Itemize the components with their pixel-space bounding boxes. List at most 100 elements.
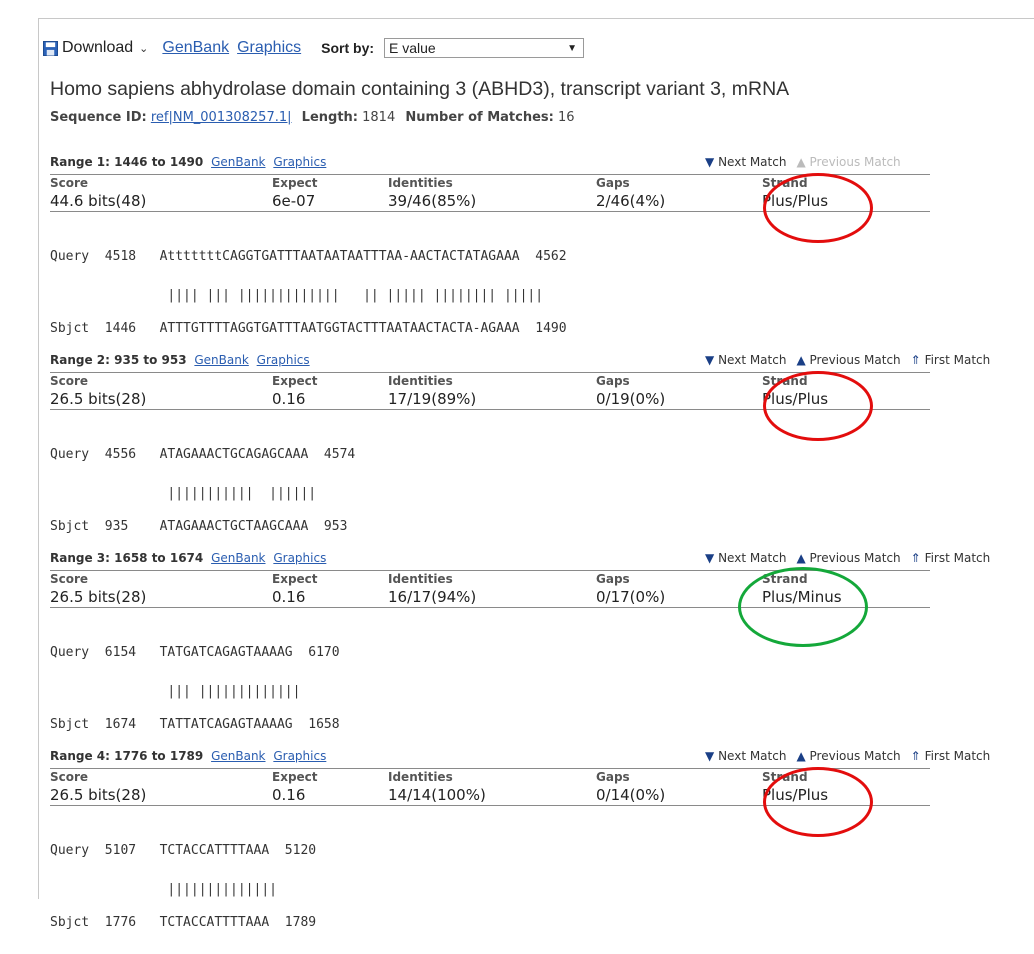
next-match-link[interactable]: ▼ Next Match	[705, 551, 786, 565]
previous-match-link[interactable]: ▲ Previous Match	[796, 353, 900, 367]
range-title: Range 4: 1776 to 1789	[50, 749, 204, 763]
range-graphics-link[interactable]: Graphics	[257, 353, 310, 367]
sort-by-label: Sort by:	[321, 40, 375, 56]
identities-value: 16/17(94%)	[388, 588, 477, 606]
score-label: Score	[50, 176, 89, 190]
previous-match-link-disabled: ▲ Previous Match	[796, 155, 900, 169]
dropdown-arrow-icon: ▼	[567, 42, 578, 54]
range-graphics-link[interactable]: Graphics	[273, 749, 326, 763]
range-header: Range 4: 1776 to 1789 GenBank Graphics	[50, 749, 326, 763]
match-line: ||||||||||||||	[50, 882, 277, 897]
seq-id-link[interactable]: ref|NM_001308257.1|	[151, 110, 292, 125]
double-triangle-up-icon: ⇑	[910, 749, 921, 763]
expect-value: 6e-07	[272, 192, 316, 210]
download-label: Download	[62, 39, 134, 56]
range-title: Range 1: 1446 to 1490	[50, 155, 204, 169]
previous-match-link[interactable]: ▲ Previous Match	[796, 749, 900, 763]
range-genbank-link[interactable]: GenBank	[211, 749, 265, 763]
previous-match-label: Previous Match	[809, 749, 901, 763]
blast-results-panel: Download ⌄ GenBank Graphics Sort by: E v…	[0, 0, 1034, 929]
range-header: Range 1: 1446 to 1490 GenBank Graphics	[50, 155, 326, 169]
score-value: 26.5 bits(28)	[50, 390, 147, 408]
panel-left-border	[38, 18, 39, 899]
triangle-up-icon: ▲	[796, 749, 806, 763]
panel-top-border	[38, 18, 1034, 19]
triangle-up-icon: ▲	[796, 551, 806, 565]
strand-highlight-circle	[763, 371, 873, 441]
subject-line: Sbjct 1446 ATTTGTTTTAGGTGATTTAATGGTACTTT…	[50, 321, 567, 336]
range-genbank-link[interactable]: GenBank	[211, 155, 265, 169]
range-header: Range 2: 935 to 953 GenBank Graphics	[50, 353, 310, 367]
next-match-label: Next Match	[718, 749, 787, 763]
results-toolbar: Download ⌄ GenBank Graphics Sort by: E v…	[43, 35, 585, 61]
alignment-block: Query 4556 ATAGAAACTGCAGAGCAAA 4574 ||||…	[50, 425, 355, 557]
range-genbank-link[interactable]: GenBank	[211, 551, 265, 565]
next-match-link[interactable]: ▼ Next Match	[705, 353, 786, 367]
graphics-link[interactable]: Graphics	[237, 39, 301, 57]
subject-line: Sbjct 1776 TCTACCATTTTAAA 1789	[50, 915, 317, 930]
alignment-block: Query 6154 TATGATCAGAGTAAAAG 6170 ||| ||…	[50, 623, 340, 755]
score-value: 26.5 bits(28)	[50, 786, 147, 804]
identities-label: Identities	[388, 176, 453, 190]
subject-line: Sbjct 935 ATAGAAACTGCTAAGCAAA 953	[50, 519, 348, 534]
triangle-down-icon: ▼	[705, 551, 715, 565]
next-match-link[interactable]: ▼ Next Match	[705, 155, 786, 169]
identities-label: Identities	[388, 770, 453, 784]
identities-label: Identities	[388, 572, 453, 586]
triangle-up-icon: ▲	[796, 155, 806, 169]
first-match-link[interactable]: ⇑ First Match	[911, 749, 991, 763]
gaps-label: Gaps	[596, 176, 630, 190]
score-label: Score	[50, 374, 89, 388]
first-match-link[interactable]: ⇑ First Match	[911, 353, 991, 367]
chevron-down-icon: ⌄	[139, 42, 149, 55]
sort-select[interactable]: E value ▼	[384, 38, 585, 58]
expect-label: Expect	[272, 374, 318, 388]
genbank-link[interactable]: GenBank	[162, 39, 229, 57]
identities-value: 17/19(89%)	[388, 390, 477, 408]
expect-label: Expect	[272, 572, 318, 586]
gaps-label: Gaps	[596, 770, 630, 784]
first-match-link[interactable]: ⇑ First Match	[911, 551, 991, 565]
strand-highlight-circle	[738, 567, 868, 647]
range-graphics-link[interactable]: Graphics	[273, 551, 326, 565]
expect-label: Expect	[272, 176, 318, 190]
score-value: 44.6 bits(48)	[50, 192, 147, 210]
range-title: Range 3: 1658 to 1674	[50, 551, 204, 565]
previous-match-link[interactable]: ▲ Previous Match	[796, 551, 900, 565]
download-menu[interactable]: Download ⌄	[43, 39, 148, 57]
subject-line: Sbjct 1674 TATTATCAGAGTAAAAG 1658	[50, 717, 340, 732]
range-header: Range 3: 1658 to 1674 GenBank Graphics	[50, 551, 326, 565]
next-match-label: Next Match	[718, 353, 787, 367]
first-match-label: First Match	[924, 551, 991, 565]
range-genbank-link[interactable]: GenBank	[194, 353, 248, 367]
triangle-down-icon: ▼	[705, 353, 715, 367]
identities-value: 39/46(85%)	[388, 192, 477, 210]
previous-match-label: Previous Match	[809, 551, 901, 565]
score-label: Score	[50, 572, 89, 586]
expect-label: Expect	[272, 770, 318, 784]
double-triangle-up-icon: ⇑	[910, 551, 921, 565]
seq-id-label: Sequence ID:	[50, 110, 147, 125]
triangle-down-icon: ▼	[705, 155, 715, 169]
sequence-info: Sequence ID: ref|NM_001308257.1| Length:…	[50, 110, 575, 125]
expect-value: 0.16	[272, 390, 306, 408]
expect-value: 0.16	[272, 786, 306, 804]
gaps-value: 0/14(0%)	[596, 786, 666, 804]
previous-match-label: Previous Match	[809, 353, 901, 367]
match-navigation: ▼ Next Match ▲ Previous Match	[705, 155, 911, 169]
length-label: Length:	[301, 110, 358, 125]
gaps-value: 0/19(0%)	[596, 390, 666, 408]
identities-label: Identities	[388, 374, 453, 388]
match-line: ||| |||||||||||||	[50, 684, 301, 699]
first-match-label: First Match	[924, 749, 991, 763]
next-match-label: Next Match	[718, 551, 787, 565]
range-graphics-link[interactable]: Graphics	[273, 155, 326, 169]
query-line: Query 5107 TCTACCATTTTAAA 5120	[50, 843, 317, 858]
next-match-link[interactable]: ▼ Next Match	[705, 749, 786, 763]
sort-select-value: E value	[389, 40, 436, 56]
match-navigation: ▼ Next Match ▲ Previous Match ⇑ First Matc…	[705, 551, 1000, 565]
identities-value: 14/14(100%)	[388, 786, 486, 804]
range-title: Range 2: 935 to 953	[50, 353, 187, 367]
gaps-value: 2/46(4%)	[596, 192, 666, 210]
strand-highlight-circle	[763, 173, 873, 243]
